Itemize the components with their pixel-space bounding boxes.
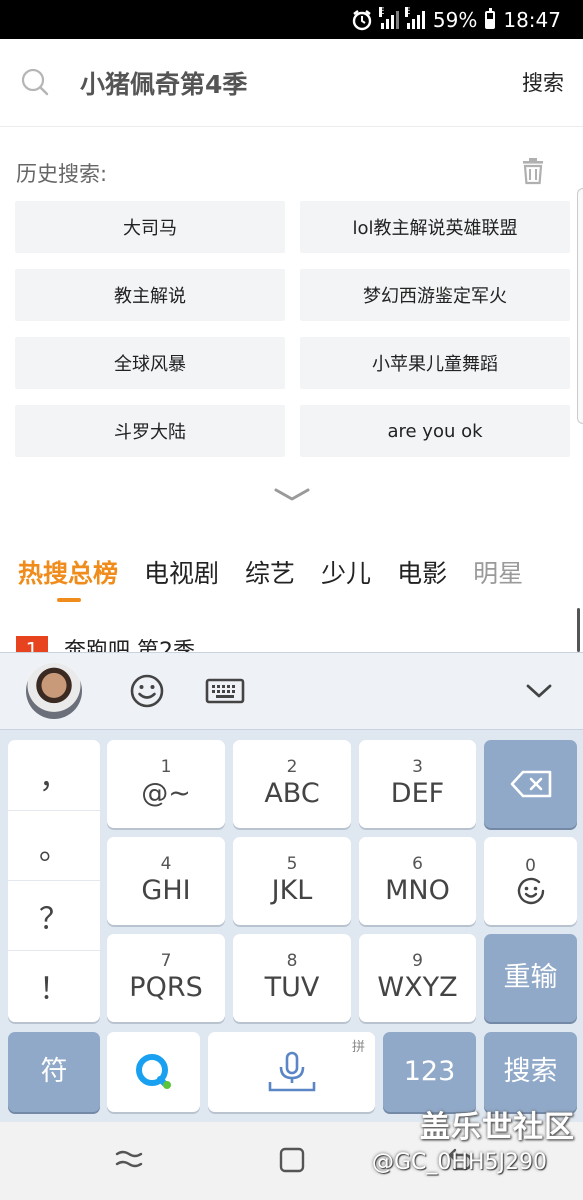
- tab-stars[interactable]: 明星: [473, 554, 523, 590]
- key-1[interactable]: 1 @~: [107, 740, 225, 828]
- key-letters: JKL: [271, 875, 313, 906]
- key-number: 1: [160, 757, 172, 777]
- key-label: 符: [40, 1056, 68, 1087]
- key-question[interactable]: ？: [8, 880, 100, 950]
- alarm-icon: [351, 9, 373, 31]
- edge-panel-handle[interactable]: [577, 188, 583, 424]
- emoticon-icon: [517, 877, 544, 905]
- status-bar: E E 59% 18:47: [0, 0, 583, 39]
- key-number: 5: [286, 854, 298, 874]
- chevron-down-icon[interactable]: [274, 488, 310, 502]
- key-letters: PQRS: [129, 972, 203, 1003]
- pinyin-badge: 拼: [351, 1040, 365, 1055]
- tab-tv-series[interactable]: 电视剧: [144, 554, 219, 590]
- key-number: 7: [160, 951, 172, 971]
- keyboard-toolbar: [0, 652, 583, 730]
- keyboard: ， 。 ？ ！ 1 @~ 2 ABC 3 DEF 4 GHI 5 JKL 6 M…: [0, 652, 583, 1122]
- search-button[interactable]: 搜索: [522, 67, 564, 97]
- keyboard-icon[interactable]: [205, 673, 245, 709]
- key-period[interactable]: 。: [8, 810, 100, 880]
- key-letters: ABC: [264, 778, 320, 809]
- search-key[interactable]: 搜索: [484, 1032, 577, 1112]
- symbol-key[interactable]: 符: [8, 1032, 100, 1112]
- key-label: 重输: [503, 962, 558, 993]
- key-5[interactable]: 5 JKL: [233, 837, 351, 925]
- key-3[interactable]: 3 DEF: [359, 740, 476, 828]
- scrollbar[interactable]: [577, 608, 580, 652]
- watermark-user: @GC_0HH5J290: [372, 1150, 547, 1175]
- chevron-down-icon[interactable]: [524, 673, 554, 709]
- history-chip[interactable]: 斗罗大陆: [15, 405, 285, 457]
- trash-icon[interactable]: [519, 157, 547, 185]
- history-chip[interactable]: lol教主解说英雄联盟: [300, 201, 570, 253]
- signal-icon: E: [378, 6, 399, 29]
- history-chip[interactable]: 大司马: [15, 201, 285, 253]
- key-4[interactable]: 4 GHI: [107, 837, 225, 925]
- key-7[interactable]: 7 PQRS: [107, 934, 225, 1022]
- app-logo-key[interactable]: [107, 1032, 200, 1112]
- history-chip[interactable]: 教主解说: [15, 269, 285, 321]
- qq-browser-logo-icon: [135, 1054, 171, 1089]
- key-exclamation[interactable]: ！: [8, 950, 100, 1020]
- key-letters: @~: [141, 778, 191, 809]
- key-letters: GHI: [141, 875, 191, 906]
- history-chip[interactable]: are you ok: [300, 405, 570, 457]
- key-letters: DEF: [390, 778, 445, 809]
- tab-kids[interactable]: 少儿: [321, 554, 371, 590]
- key-number: 3: [412, 757, 423, 777]
- microphone-icon: [268, 1051, 315, 1092]
- key-9[interactable]: 9 WXYZ: [359, 934, 476, 1022]
- key-letters: TUV: [264, 972, 320, 1003]
- key-number: 9: [412, 951, 423, 971]
- key-number: 4: [160, 854, 172, 874]
- signal-icon: E: [404, 6, 425, 29]
- key-number: 0: [525, 856, 536, 876]
- search-input[interactable]: [80, 63, 480, 103]
- home-icon[interactable]: [278, 1146, 306, 1174]
- key-number: 2: [286, 757, 298, 777]
- battery-percent: 59%: [432, 7, 478, 32]
- recent-apps-icon[interactable]: [113, 1146, 145, 1174]
- tab-hot-total[interactable]: 热搜总榜: [18, 554, 118, 590]
- history-chip[interactable]: 小苹果儿童舞蹈: [300, 337, 570, 389]
- key-letters: WXYZ: [377, 972, 458, 1003]
- key-number: 8: [286, 951, 298, 971]
- history-list: 大司马 lol教主解说英雄联盟 教主解说 梦幻西游鉴定军火 全球风暴 小苹果儿童…: [15, 201, 570, 457]
- space-voice-key[interactable]: 拼: [208, 1032, 375, 1112]
- tab-movies[interactable]: 电影: [397, 554, 447, 590]
- key-8[interactable]: 8 TUV: [233, 934, 351, 1022]
- key-0-emoticon[interactable]: 0: [484, 837, 577, 925]
- avatar[interactable]: [26, 663, 82, 719]
- backspace-key[interactable]: [484, 740, 577, 828]
- clock: 18:47: [503, 7, 561, 32]
- tab-variety[interactable]: 综艺: [245, 554, 295, 590]
- key-letters: MNO: [385, 875, 450, 906]
- emoji-icon[interactable]: [129, 673, 165, 709]
- screen: E E 59% 18:47 搜索 历史搜索: 大司马 lol教主解说英雄联盟 教…: [0, 0, 583, 1200]
- key-2[interactable]: 2 ABC: [233, 740, 351, 828]
- search-icon: [21, 68, 49, 96]
- key-6[interactable]: 6 MNO: [359, 837, 476, 925]
- reinput-key[interactable]: 重输: [484, 934, 577, 1022]
- history-chip[interactable]: 全球风暴: [15, 337, 285, 389]
- hot-search-tabs: 热搜总榜 电视剧 综艺 少儿 电影 明星: [18, 554, 523, 590]
- number-mode-key[interactable]: 123: [383, 1032, 476, 1112]
- history-title: 历史搜索:: [16, 162, 108, 186]
- history-chip[interactable]: 梦幻西游鉴定军火: [300, 269, 570, 321]
- battery-icon: [485, 7, 496, 29]
- punctuation-column: ， 。 ？ ！: [8, 740, 100, 1022]
- active-tab-indicator: [57, 598, 81, 602]
- search-bar: 搜索: [0, 39, 583, 127]
- backspace-icon: [510, 770, 551, 798]
- key-label: 搜索: [503, 1056, 558, 1087]
- watermark-site: 盖乐世社区: [420, 1110, 575, 1145]
- key-label: 123: [403, 1056, 456, 1087]
- key-number: 6: [412, 854, 423, 874]
- key-comma[interactable]: ，: [8, 740, 100, 810]
